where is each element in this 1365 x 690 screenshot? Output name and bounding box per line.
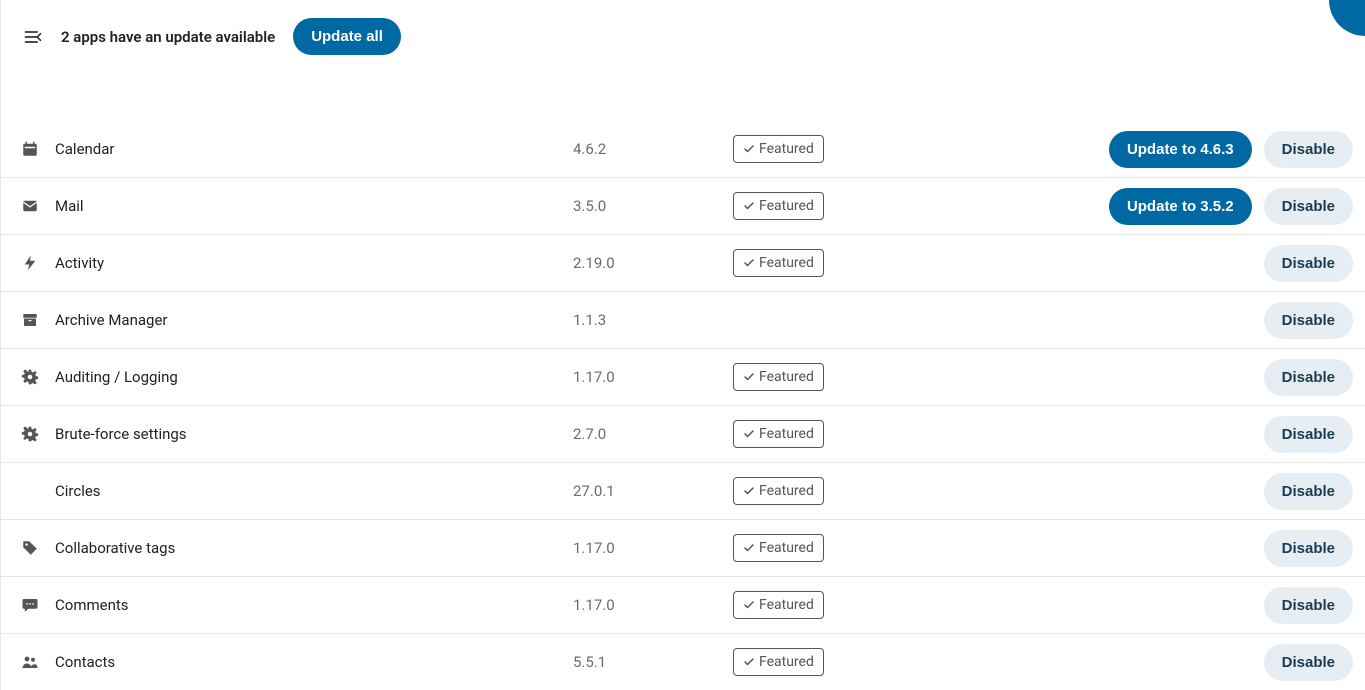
app-version: 1.1.3 bbox=[573, 311, 733, 329]
app-actions: Disable bbox=[933, 530, 1353, 567]
app-actions: Disable bbox=[933, 587, 1353, 624]
app-level: Featured bbox=[733, 135, 933, 163]
app-name: Calendar bbox=[53, 140, 573, 158]
featured-label: Featured bbox=[759, 654, 814, 670]
app-version: 5.5.1 bbox=[573, 653, 733, 671]
app-level: Featured bbox=[733, 534, 933, 562]
featured-label: Featured bbox=[759, 540, 814, 556]
app-name: Collaborative tags bbox=[53, 539, 573, 557]
app-row[interactable]: Mail3.5.0 Featured Update to 3.5.2 Disable bbox=[1, 178, 1365, 235]
featured-label: Featured bbox=[759, 483, 814, 499]
app-name: Mail bbox=[53, 197, 573, 215]
app-row[interactable]: Comments1.17.0 Featured Disable bbox=[1, 577, 1365, 634]
app-actions: Update to 4.6.3 Disable bbox=[933, 131, 1353, 168]
app-name: Circles bbox=[53, 482, 573, 500]
app-row[interactable]: Collaborative tags1.17.0 Featured Disable bbox=[1, 520, 1365, 577]
app-level: Featured bbox=[733, 477, 933, 505]
apps-list: Calendar4.6.2 Featured Update to 4.6.3 Disa… bbox=[1, 121, 1365, 690]
disable-button[interactable]: Disable bbox=[1264, 245, 1353, 282]
tag-icon bbox=[21, 539, 53, 557]
app-level: Featured bbox=[733, 591, 933, 619]
app-row[interactable]: Calendar4.6.2 Featured Update to 4.6.3 Disa… bbox=[1, 121, 1365, 178]
featured-badge: Featured bbox=[733, 135, 824, 163]
contacts-icon bbox=[21, 653, 53, 671]
app-name: Brute-force settings bbox=[53, 425, 573, 443]
app-actions: Disable bbox=[933, 416, 1353, 453]
featured-badge: Featured bbox=[733, 648, 824, 676]
update-banner: 2 apps have an update available Update a… bbox=[1, 0, 1365, 65]
update-all-button[interactable]: Update all bbox=[293, 18, 401, 55]
disable-button[interactable]: Disable bbox=[1264, 416, 1353, 453]
featured-label: Featured bbox=[759, 597, 814, 613]
app-version: 2.7.0 bbox=[573, 425, 733, 443]
app-actions: Disable bbox=[933, 245, 1353, 282]
mail-icon bbox=[21, 197, 53, 215]
disable-button[interactable]: Disable bbox=[1264, 188, 1353, 225]
featured-badge: Featured bbox=[733, 534, 824, 562]
app-version: 1.17.0 bbox=[573, 368, 733, 386]
app-row[interactable]: Archive Manager1.1.3 Disable bbox=[1, 292, 1365, 349]
apps-admin-page: 2 apps have an update available Update a… bbox=[0, 0, 1365, 690]
app-row[interactable]: Circles27.0.1 Featured Disable bbox=[1, 463, 1365, 520]
featured-badge: Featured bbox=[733, 420, 824, 448]
disable-button[interactable]: Disable bbox=[1264, 530, 1353, 567]
app-version: 1.17.0 bbox=[573, 596, 733, 614]
app-level: Featured bbox=[733, 192, 933, 220]
app-actions: Disable bbox=[933, 359, 1353, 396]
app-version: 4.6.2 bbox=[573, 140, 733, 158]
featured-badge: Featured bbox=[733, 249, 824, 277]
app-version: 2.19.0 bbox=[573, 254, 733, 272]
update-button[interactable]: Update to 3.5.2 bbox=[1109, 188, 1252, 225]
app-level: Featured bbox=[733, 420, 933, 448]
app-version: 27.0.1 bbox=[573, 482, 733, 500]
app-level: Featured bbox=[733, 363, 933, 391]
featured-label: Featured bbox=[759, 255, 814, 271]
featured-badge: Featured bbox=[733, 363, 824, 391]
app-version: 3.5.0 bbox=[573, 197, 733, 215]
disable-button[interactable]: Disable bbox=[1264, 359, 1353, 396]
update-button[interactable]: Update to 4.6.3 bbox=[1109, 131, 1252, 168]
app-version: 1.17.0 bbox=[573, 539, 733, 557]
app-row[interactable]: Auditing / Logging1.17.0 Featured Disable bbox=[1, 349, 1365, 406]
app-name: Comments bbox=[53, 596, 573, 614]
app-actions: Disable bbox=[933, 644, 1353, 681]
featured-badge: Featured bbox=[733, 477, 824, 505]
app-level: Featured bbox=[733, 249, 933, 277]
app-actions: Disable bbox=[933, 473, 1353, 510]
gear-icon bbox=[21, 425, 53, 443]
gear-icon bbox=[21, 368, 53, 386]
featured-label: Featured bbox=[759, 198, 814, 214]
app-row[interactable]: Contacts5.5.1 Featured Disable bbox=[1, 634, 1365, 690]
app-row[interactable]: Brute-force settings2.7.0 Featured Disable bbox=[1, 406, 1365, 463]
update-banner-text: 2 apps have an update available bbox=[61, 28, 275, 46]
app-row[interactable]: Activity2.19.0 Featured Disable bbox=[1, 235, 1365, 292]
disable-button[interactable]: Disable bbox=[1264, 644, 1353, 681]
comment-icon bbox=[21, 596, 53, 614]
app-name: Archive Manager bbox=[53, 311, 573, 329]
app-actions: Update to 3.5.2 Disable bbox=[933, 188, 1353, 225]
featured-badge: Featured bbox=[733, 591, 824, 619]
featured-badge: Featured bbox=[733, 192, 824, 220]
sidebar-toggle-icon[interactable] bbox=[23, 27, 43, 47]
calendar-icon bbox=[21, 140, 53, 158]
app-name: Activity bbox=[53, 254, 573, 272]
app-name: Auditing / Logging bbox=[53, 368, 573, 386]
disable-button[interactable]: Disable bbox=[1264, 302, 1353, 339]
disable-button[interactable]: Disable bbox=[1264, 587, 1353, 624]
featured-label: Featured bbox=[759, 369, 814, 385]
app-name: Contacts bbox=[53, 653, 573, 671]
featured-label: Featured bbox=[759, 141, 814, 157]
archive-icon bbox=[21, 311, 53, 329]
disable-button[interactable]: Disable bbox=[1264, 131, 1353, 168]
disable-button[interactable]: Disable bbox=[1264, 473, 1353, 510]
app-level: Featured bbox=[733, 648, 933, 676]
bolt-icon bbox=[21, 254, 53, 272]
app-actions: Disable bbox=[933, 302, 1353, 339]
featured-label: Featured bbox=[759, 426, 814, 442]
